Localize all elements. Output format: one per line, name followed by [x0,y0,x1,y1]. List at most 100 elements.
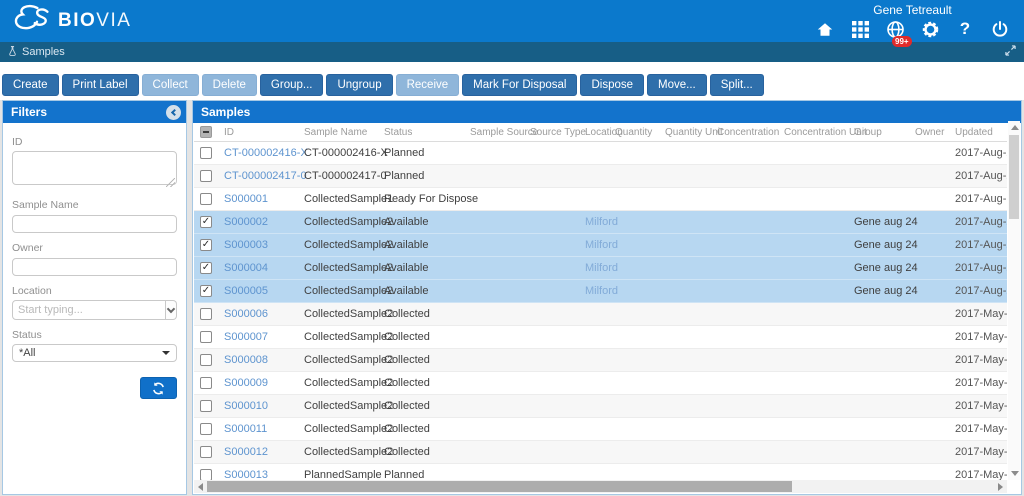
cell-location: Milford [585,262,615,274]
cell-updated: 2017-May-09 [955,446,1007,458]
delete-button[interactable]: Delete [202,74,257,96]
row-checkbox[interactable] [200,469,212,480]
print-label-button[interactable]: Print Label [62,74,139,96]
mark-for-disposal-button[interactable]: Mark For Disposal [462,74,577,96]
row-checkbox[interactable] [200,170,212,182]
resize-grip[interactable] [166,178,175,187]
row-checkbox[interactable] [200,193,212,205]
app-grid-icon[interactable] [850,19,870,39]
id-filter-textarea[interactable] [12,151,177,185]
table-row[interactable]: S000007CollectedSample2Collected2017-May… [194,326,1007,349]
column-header-quantity[interactable]: Quantity [615,127,665,138]
cell-id[interactable]: CT-000002416-X [224,147,304,159]
expand-icon[interactable] [1005,45,1016,59]
table-row[interactable]: S000010CollectedSample2Collected2017-May… [194,395,1007,418]
column-header-owner[interactable]: Owner [915,127,955,138]
row-checkbox[interactable] [200,308,212,320]
cell-id[interactable]: CT-000002417-0 [224,170,304,182]
column-header-status[interactable]: Status [384,127,470,138]
table-row[interactable]: S000012CollectedSample2Collected2017-May… [194,441,1007,464]
table-row[interactable]: ✓S000004CollectedSample2AvailableMilford… [194,257,1007,280]
table-row[interactable]: CT-000002417-0CT-000002417-0Planned2017-… [194,165,1007,188]
cell-id[interactable]: S000004 [224,262,304,274]
column-header-updated[interactable]: Updated [955,127,1007,138]
vertical-scrollbar[interactable] [1008,121,1020,480]
column-header-location[interactable]: Location [585,127,615,138]
dispose-button[interactable]: Dispose [580,74,644,96]
status-select[interactable]: *All [12,344,177,362]
row-checkbox[interactable] [200,400,212,412]
ungroup-button[interactable]: Ungroup [326,74,392,96]
refresh-button[interactable] [140,377,177,399]
create-button[interactable]: Create [2,74,59,96]
scroll-right-arrow[interactable] [998,483,1003,491]
cell-id[interactable]: S000002 [224,216,304,228]
power-icon[interactable] [990,19,1010,39]
help-icon[interactable]: ? [955,19,975,39]
row-checkbox[interactable]: ✓ [200,285,212,297]
cell-id[interactable]: S000008 [224,354,304,366]
column-header-concentration[interactable]: Concentration [717,127,784,138]
scroll-left-arrow[interactable] [198,483,203,491]
table-row[interactable]: S000009CollectedSample2Collected2017-May… [194,372,1007,395]
cell-name: CollectedSample2 [304,262,384,274]
cell-id[interactable]: S000013 [224,469,304,480]
cell-id[interactable]: S000005 [224,285,304,297]
cell-id[interactable]: S000011 [224,423,304,435]
table-row[interactable]: S000001CollectedSample1Ready For Dispose… [194,188,1007,211]
group-button[interactable]: Group... [260,74,324,96]
row-checkbox[interactable]: ✓ [200,239,212,251]
status-select-value: *All [19,347,36,359]
home-icon[interactable] [815,19,835,39]
table-row[interactable]: S000013PlannedSamplePlanned2017-May-09 [194,464,1007,480]
location-dropdown-button[interactable] [166,300,177,320]
row-checkbox[interactable]: ✓ [200,216,212,228]
row-checkbox[interactable] [200,147,212,159]
column-header-quantity-unit[interactable]: Quantity Unit [665,127,717,138]
sample-name-filter-input[interactable] [12,215,177,233]
row-checkbox[interactable] [200,446,212,458]
location-filter-input[interactable] [12,300,166,320]
row-checkbox[interactable] [200,354,212,366]
row-checkbox[interactable] [200,423,212,435]
cell-id[interactable]: S000006 [224,308,304,320]
column-header-source-type[interactable]: Source Type [530,127,585,138]
table-row[interactable]: S000006CollectedSample2Collected2017-May… [194,303,1007,326]
column-header-id[interactable]: ID [224,127,304,138]
cell-id[interactable]: S000010 [224,400,304,412]
settings-gear-icon[interactable] [920,19,940,39]
cell-id[interactable]: S000007 [224,331,304,343]
collect-button[interactable]: Collect [142,74,199,96]
horizontal-scroll-thumb[interactable] [207,481,792,492]
table-row[interactable]: CT-000002416-XCT-000002416-XPlanned2017-… [194,142,1007,165]
column-header-group[interactable]: Group [854,127,915,138]
cell-id[interactable]: S000012 [224,446,304,458]
vertical-scroll-thumb[interactable] [1009,135,1019,219]
notifications-globe-icon[interactable]: 99+ [885,19,905,39]
table-row[interactable]: S000011CollectedSample2Collected2017-May… [194,418,1007,441]
column-header-sample-source[interactable]: Sample Source [470,127,530,138]
cell-id[interactable]: S000001 [224,193,304,205]
split-button[interactable]: Split... [710,74,764,96]
cell-id[interactable]: S000009 [224,377,304,389]
row-checkbox[interactable] [200,331,212,343]
cell-status: Planned [384,469,470,480]
column-header-concentration-unit[interactable]: Concentration Unit [784,127,854,138]
owner-filter-input[interactable] [12,258,177,276]
collapse-filters-button[interactable] [166,105,181,120]
select-all-checkbox[interactable] [200,126,212,138]
receive-button[interactable]: Receive [396,74,460,96]
scroll-up-arrow[interactable] [1011,125,1019,130]
table-row[interactable]: ✓S000005CollectedSample2AvailableMilford… [194,280,1007,303]
move-button[interactable]: Move... [647,74,707,96]
row-checkbox[interactable] [200,377,212,389]
column-header-sample-name[interactable]: Sample Name [304,127,384,138]
cell-id[interactable]: S000003 [224,239,304,251]
table-row[interactable]: S000008CollectedSample2Collected2017-May… [194,349,1007,372]
horizontal-scrollbar[interactable] [194,480,1007,493]
scroll-down-arrow[interactable] [1011,471,1019,476]
table-row[interactable]: ✓S000002CollectedSample2AvailableMilford… [194,211,1007,234]
row-checkbox[interactable]: ✓ [200,262,212,274]
row-checkbox-cell: ✓ [200,239,224,251]
table-row[interactable]: ✓S000003CollectedSample2AvailableMilford… [194,234,1007,257]
